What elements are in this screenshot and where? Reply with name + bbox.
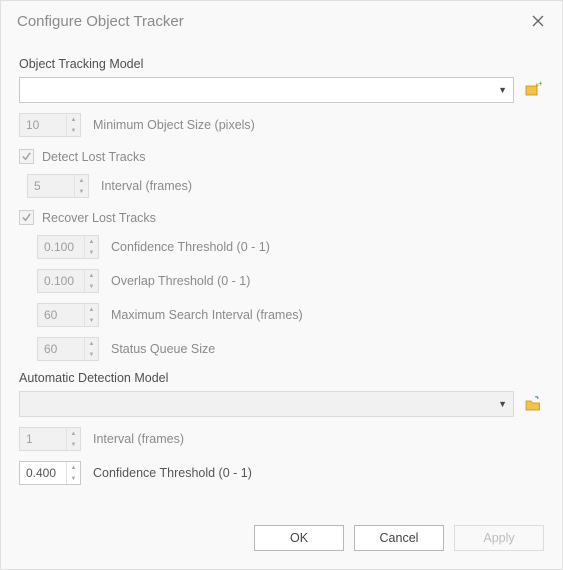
min-object-size-input[interactable]: 10 ▲▼	[19, 113, 81, 137]
folder-open-icon	[524, 395, 542, 413]
min-object-size-label: Minimum Object Size (pixels)	[93, 118, 255, 132]
detect-lost-label: Detect Lost Tracks	[42, 150, 146, 164]
dropdown-icon: ▼	[498, 399, 507, 409]
checkmark-icon	[21, 212, 32, 223]
detect-interval-input[interactable]: 5 ▲▼	[27, 174, 89, 198]
dialog-content: Object Tracking Model ▼ + 10 ▲▼ Minimum …	[1, 39, 562, 515]
detection-model-label: Automatic Detection Model	[19, 371, 544, 385]
checkmark-icon	[21, 151, 32, 162]
conf-threshold-label: Confidence Threshold (0 - 1)	[111, 240, 270, 254]
tracking-model-side-button[interactable]: +	[522, 79, 544, 101]
svg-text:+: +	[538, 81, 542, 88]
window-title: Configure Object Tracker	[17, 13, 524, 30]
detect-lost-checkbox[interactable]	[19, 149, 34, 164]
recover-lost-label: Recover Lost Tracks	[42, 211, 156, 225]
overlap-threshold-label: Overlap Threshold (0 - 1)	[111, 274, 250, 288]
apply-button[interactable]: Apply	[454, 525, 544, 551]
close-icon	[532, 15, 544, 27]
titlebar: Configure Object Tracker	[1, 1, 562, 39]
detection-model-side-button[interactable]	[522, 393, 544, 415]
status-queue-size-label: Status Queue Size	[111, 342, 215, 356]
detection-model-combo[interactable]: ▼	[19, 391, 514, 417]
max-search-interval-input[interactable]: 60 ▲▼	[37, 303, 99, 327]
dropdown-icon: ▼	[498, 85, 507, 95]
cancel-button[interactable]: Cancel	[354, 525, 444, 551]
det-conf-threshold-input[interactable]: 0.400 ▲▼	[19, 461, 81, 485]
ok-button[interactable]: OK	[254, 525, 344, 551]
conf-threshold-input[interactable]: 0.100 ▲▼	[37, 235, 99, 259]
det-interval-label: Interval (frames)	[93, 432, 184, 446]
det-interval-input[interactable]: 1 ▲▼	[19, 427, 81, 451]
close-button[interactable]	[524, 9, 552, 33]
tracking-model-combo[interactable]: ▼	[19, 77, 514, 103]
detect-interval-label: Interval (frames)	[101, 179, 192, 193]
dialog-window: Configure Object Tracker Object Tracking…	[0, 0, 563, 570]
recover-lost-checkbox[interactable]	[19, 210, 34, 225]
model-picker-icon: +	[524, 81, 542, 99]
status-queue-size-input[interactable]: 60 ▲▼	[37, 337, 99, 361]
overlap-threshold-input[interactable]: 0.100 ▲▼	[37, 269, 99, 293]
max-search-interval-label: Maximum Search Interval (frames)	[111, 308, 303, 322]
det-conf-threshold-label: Confidence Threshold (0 - 1)	[93, 466, 252, 480]
dialog-footer: OK Cancel Apply	[1, 515, 562, 569]
tracking-model-label: Object Tracking Model	[19, 57, 544, 71]
